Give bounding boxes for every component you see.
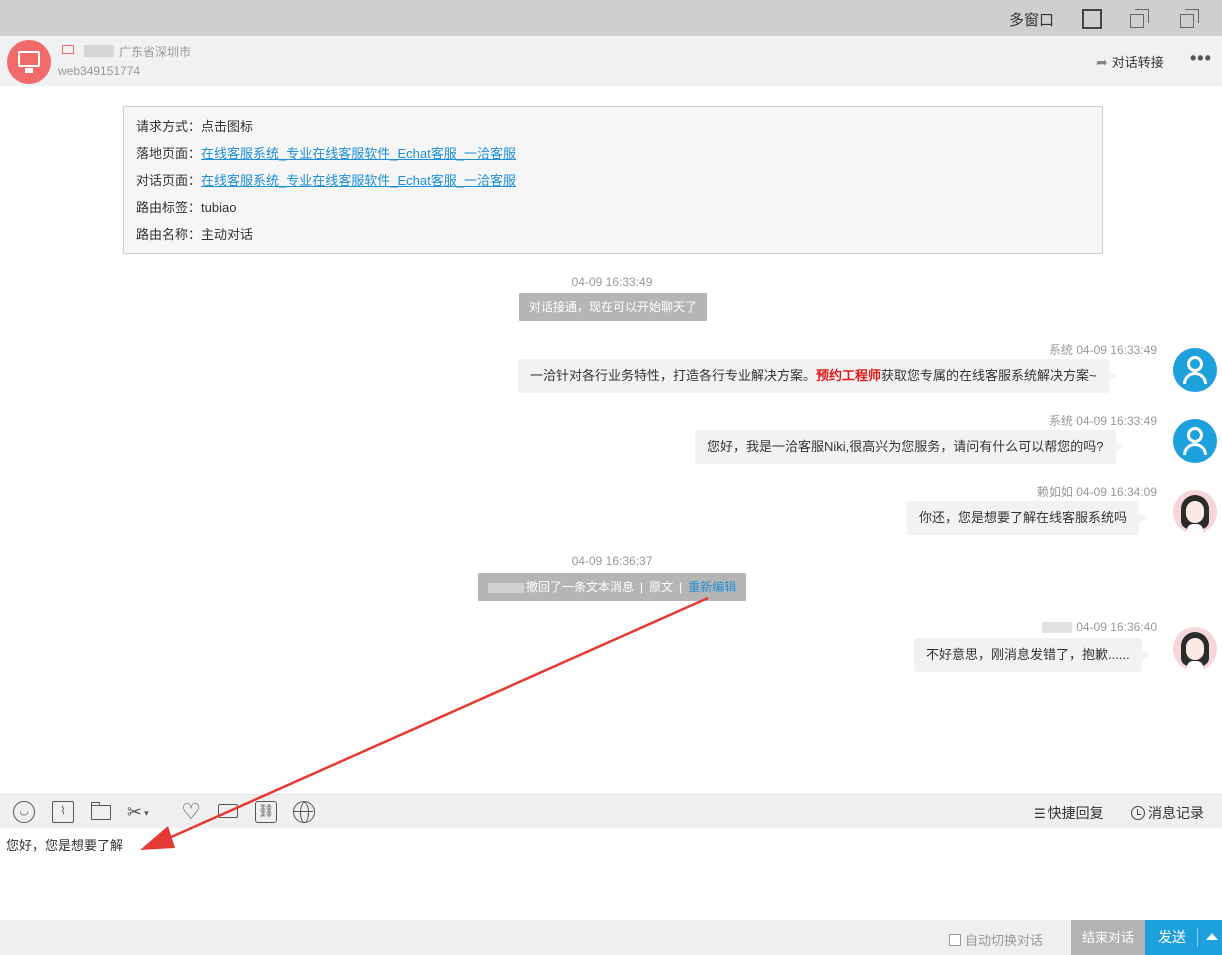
link-icon[interactable]: ⛓ [255,801,277,823]
agent-avatar [1173,627,1217,671]
timestamp: 04-09 16:36:37 [571,554,653,568]
blurred-name [488,582,524,593]
emoji-icon[interactable]: ◡ [13,801,35,823]
timestamp: 04-09 16:33:49 [571,275,653,289]
message-bubble: 您好，我是一洽客服Niki,很高兴为您服务，请问有什么可以帮您的吗? [695,430,1124,464]
message-bubble: 不好意思，刚消息发错了，抱歉...... [914,638,1150,672]
auto-switch-checkbox[interactable]: 自动切换对话 [949,930,1043,949]
visitor-avatar[interactable] [7,40,51,84]
chevron-up-icon[interactable] [1206,933,1218,940]
visitor-id: web349151774 [58,64,141,78]
view-original-link[interactable]: 原文 [649,580,673,594]
info-row-dialog: 对话页面：在线客服系统_专业在线客服软件_Echat客服_一洽客服 [136,173,516,188]
visitor-info-box: 请求方式：点击图标 落地页面：在线客服系统_专业在线客服软件_Echat客服_一… [123,106,1103,254]
info-row-landing: 落地页面：在线客服系统_专业在线客服软件_Echat客服_一洽客服 [136,146,516,161]
transfer-button[interactable]: ➦ 对话转接 [1096,52,1164,71]
screenshot-icon[interactable]: ✂ ▾ [127,801,159,823]
monitor-icon [18,51,40,67]
connected-notice: 对话接通，现在可以开始聊天了 [519,293,708,321]
blurred-name [84,45,114,57]
visitor-header: 广东省深圳市 web349151774 ➦ 对话转接 ••• [0,36,1222,86]
message-bubble: 你还，您是想要了解在线客服系统吗 [907,501,1148,535]
window-title-bar: 多窗口 [0,0,1222,36]
single-window-icon[interactable] [1082,9,1102,29]
multi-window-button[interactable]: 多窗口 [1009,9,1054,30]
agent-avatar [1173,490,1217,534]
clock-icon [1131,806,1145,820]
book-engineer-link[interactable]: 预约工程师 [816,368,881,383]
share-arrow-icon: ➦ [1096,54,1108,70]
cascade-window-icon[interactable] [1180,9,1200,29]
blurred-name [1042,622,1073,634]
list-icon: ☰ [1034,806,1046,821]
reedit-link[interactable]: 重新编辑 [688,580,736,594]
more-options-icon[interactable]: ••• [1190,48,1212,69]
info-row-route-name: 路由名称：主动对话 [136,227,254,242]
favorite-icon[interactable]: ♡ [180,801,202,823]
landing-page-link[interactable]: 在线客服系统_专业在线客服软件_Echat客服_一洽客服 [201,146,516,161]
quick-reply-button[interactable]: ☰ 快捷回复 [1034,803,1104,823]
message-bubble: 一洽针对各行业务特性，打造各行专业解决方案。预约工程师获取您专属的在线客服系统解… [518,359,1117,393]
message-meta: 系统 04-09 16:33:49 [1048,414,1157,428]
info-row-route-tag: 路由标签：tubiao [136,200,237,215]
globe-icon[interactable] [293,801,315,823]
restore-window-icon[interactable] [1130,9,1150,29]
message-meta: 系统 04-09 16:33:49 [1048,343,1157,357]
send-button[interactable]: 发送 [1145,920,1222,955]
image-icon[interactable]: ⌇ [52,801,74,823]
footer-bar: 自动切换对话 结束对话 发送 [0,920,1222,955]
system-avatar [1173,419,1217,463]
editor-toolbar: ◡ ⌇ ✂ ▾ ♡ ⛓ ☰ 快捷回复 消息记录 [0,794,1222,828]
recall-notice: 撤回了一条文本消息 | 原文 | 重新编辑 [478,573,747,601]
pc-device-icon [62,45,74,54]
chat-icon[interactable] [217,801,239,823]
file-icon[interactable] [90,801,112,823]
visitor-location: 广东省深圳市 [119,45,192,59]
end-chat-button[interactable]: 结束对话 [1071,920,1145,955]
message-meta: 赖如如 04-09 16:34:09 [1036,485,1157,499]
message-input[interactable]: 您好，您是想要了解 [0,828,1222,920]
system-avatar [1173,348,1217,392]
dialog-page-link[interactable]: 在线客服系统_专业在线客服软件_Echat客服_一洽客服 [201,173,516,188]
message-meta: 04-09 16:36:40 [940,620,1157,634]
message-history-button[interactable]: 消息记录 [1131,803,1204,823]
info-row-request: 请求方式：点击图标 [136,119,254,134]
chevron-down-icon[interactable]: ▾ [144,808,149,818]
